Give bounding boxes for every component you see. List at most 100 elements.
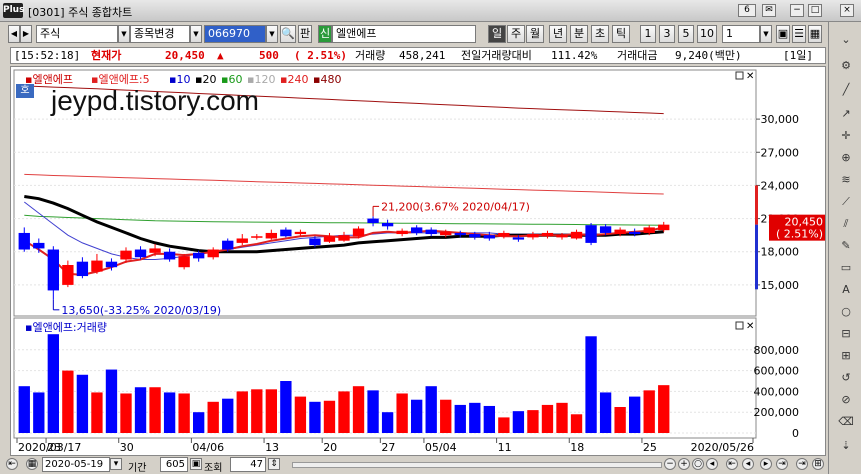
candle[interactable]	[658, 224, 670, 231]
period-tick-button[interactable]: 틱	[612, 25, 630, 43]
end-icon[interactable]: ⇥	[796, 458, 808, 470]
fibo-icon[interactable]: ≋	[835, 172, 857, 188]
period-input[interactable]: 605	[160, 457, 188, 472]
volume-bar[interactable]	[178, 393, 190, 433]
volume-bar[interactable]	[658, 385, 670, 433]
next-arrow-button[interactable]: ▶	[20, 25, 32, 43]
volume-bar[interactable]	[643, 390, 655, 433]
candle[interactable]	[527, 234, 539, 238]
candle[interactable]	[222, 240, 234, 250]
candle[interactable]	[440, 231, 452, 236]
volume-bar[interactable]	[352, 386, 365, 433]
chevron-down-icon[interactable]: ▼	[266, 25, 278, 43]
minute-1-button[interactable]: 1	[640, 25, 656, 43]
prev-arrow-button[interactable]: ◀	[8, 25, 20, 43]
period-week-button[interactable]: 주	[507, 25, 525, 43]
candle[interactable]	[251, 236, 263, 238]
volume-bar[interactable]	[599, 392, 612, 433]
auto-icon[interactable]: ⟋	[835, 194, 857, 210]
candle[interactable]	[18, 232, 30, 250]
candle[interactable]	[454, 232, 466, 236]
list-icon[interactable]: ☰	[792, 25, 806, 43]
candle[interactable]	[280, 229, 292, 237]
item-change-select[interactable]: 종목변경	[130, 25, 190, 43]
volume-bar[interactable]	[614, 407, 626, 433]
candle[interactable]	[585, 225, 597, 243]
volume-bar[interactable]	[222, 398, 234, 433]
volume-bar[interactable]	[309, 401, 321, 433]
volume-bar[interactable]	[570, 414, 583, 433]
volume-bar[interactable]	[207, 401, 219, 433]
delete-icon[interactable]: ⊘	[835, 392, 857, 408]
candle[interactable]	[483, 235, 496, 239]
prev-page-icon[interactable]: ⇤	[726, 458, 738, 470]
candle[interactable]	[323, 236, 336, 242]
zoom-icon[interactable]: ⊕	[835, 150, 857, 166]
candle[interactable]	[367, 218, 379, 223]
candle[interactable]	[192, 252, 205, 259]
candle[interactable]	[338, 235, 350, 241]
save-icon[interactable]: ▣	[776, 25, 790, 43]
query-input[interactable]: 47	[230, 457, 266, 472]
candle[interactable]	[178, 256, 190, 268]
tab-number-button[interactable]: 6	[738, 4, 756, 17]
period-second-button[interactable]: 초	[591, 25, 609, 43]
candle[interactable]	[120, 250, 132, 260]
candle[interactable]	[396, 230, 408, 235]
candle[interactable]	[47, 249, 60, 291]
period-month-button[interactable]: 월	[526, 25, 544, 43]
volume-bar[interactable]	[425, 386, 437, 433]
volume-bar[interactable]	[483, 405, 496, 433]
minute-10-button[interactable]: 10	[697, 25, 717, 43]
pan-button[interactable]: 판	[298, 25, 312, 43]
expand-icon[interactable]: ⌄	[835, 32, 857, 48]
volume-bar[interactable]	[628, 396, 641, 433]
zoom-out-icon[interactable]: −	[664, 458, 676, 470]
reset-icon[interactable]: ○	[692, 458, 704, 470]
left-icon[interactable]: ◂	[706, 458, 718, 470]
volume-bar[interactable]	[149, 387, 161, 433]
fit-icon[interactable]: ⊞	[812, 458, 824, 470]
volume-bar[interactable]	[585, 336, 597, 433]
volume-bar[interactable]	[105, 369, 118, 433]
candle[interactable]	[105, 261, 118, 268]
chevron-down-icon[interactable]: ▼	[760, 25, 772, 43]
volume-bar[interactable]	[251, 389, 263, 433]
volume-bar[interactable]	[469, 402, 481, 433]
minute-5-button[interactable]: 5	[678, 25, 694, 43]
volume-bar[interactable]	[33, 392, 45, 433]
volume-bar[interactable]	[498, 417, 510, 433]
volume-bar[interactable]	[76, 374, 89, 433]
line-icon[interactable]: ╱	[835, 82, 857, 98]
panel-close-icon[interactable]: ✕	[746, 321, 754, 332]
spin-icon[interactable]: ⇕	[268, 458, 280, 470]
candle[interactable]	[614, 229, 626, 235]
volume-bar[interactable]	[265, 389, 278, 433]
ruler-icon[interactable]: ⊟	[835, 326, 857, 342]
stock-code-input[interactable]: 066970	[204, 25, 266, 43]
candle[interactable]	[62, 265, 74, 285]
volume-bar[interactable]	[338, 391, 350, 433]
volume-bar[interactable]	[192, 412, 205, 433]
chevron-down-icon[interactable]: ▼	[118, 25, 130, 43]
candle[interactable]	[163, 251, 176, 260]
grid-icon[interactable]: ▦	[808, 25, 822, 43]
volume-bar[interactable]	[323, 400, 336, 433]
close-button[interactable]: ×	[840, 4, 854, 17]
candle[interactable]	[207, 249, 219, 258]
candle[interactable]	[309, 238, 321, 246]
candle[interactable]	[352, 228, 365, 237]
volume-bar[interactable]	[440, 399, 452, 433]
candle[interactable]	[33, 242, 45, 249]
panel-close-icon[interactable]: ✕	[746, 71, 754, 82]
candle[interactable]	[236, 238, 248, 243]
period-minute-button[interactable]: 분	[570, 25, 588, 43]
candle[interactable]	[381, 223, 394, 227]
volume-bar[interactable]	[280, 381, 292, 433]
circle-icon[interactable]: ○	[835, 304, 857, 320]
volume-bar[interactable]	[556, 402, 568, 433]
minute-select[interactable]: 1	[722, 25, 760, 43]
candle[interactable]	[425, 229, 437, 235]
pen-icon[interactable]: ✎	[835, 238, 857, 254]
volume-bar[interactable]	[527, 410, 539, 433]
